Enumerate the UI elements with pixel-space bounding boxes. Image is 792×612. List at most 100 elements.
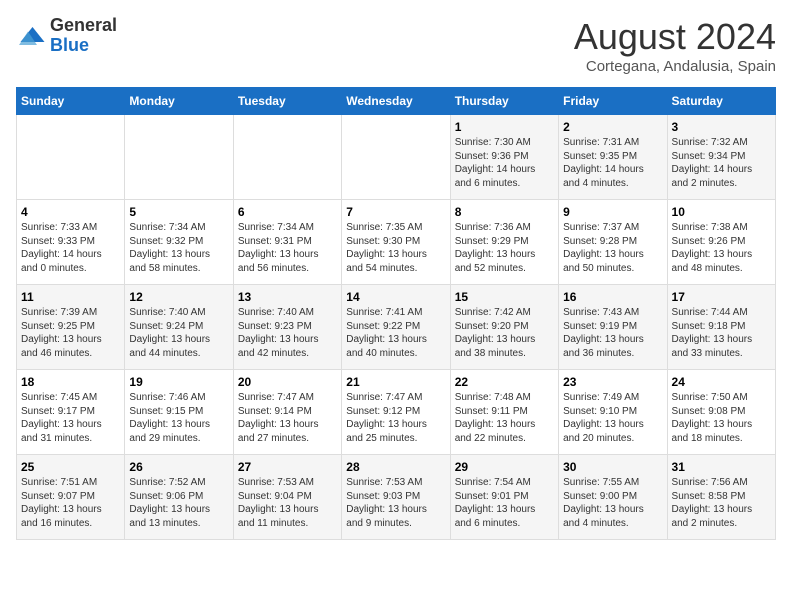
day-number: 30: [563, 460, 662, 474]
weekday-header: Friday: [559, 88, 667, 115]
day-number: 6: [238, 205, 337, 219]
day-info: Sunrise: 7:40 AM Sunset: 9:23 PM Dayligh…: [238, 306, 337, 360]
calendar-cell: 11 Sunrise: 7:39 AM Sunset: 9:25 PM Dayli…: [17, 285, 125, 370]
day-info: Sunrise: 7:33 AM Sunset: 9:33 PM Dayligh…: [21, 221, 120, 275]
day-info: Sunrise: 7:55 AM Sunset: 9:00 PM Dayligh…: [563, 476, 662, 530]
day-info: Sunrise: 7:47 AM Sunset: 9:12 PM Dayligh…: [346, 391, 445, 445]
day-info: Sunrise: 7:39 AM Sunset: 9:25 PM Dayligh…: [21, 306, 120, 360]
day-number: 26: [129, 460, 228, 474]
day-info: Sunrise: 7:48 AM Sunset: 9:11 PM Dayligh…: [455, 391, 554, 445]
logo-icon: [16, 21, 46, 51]
calendar-cell: 23 Sunrise: 7:49 AM Sunset: 9:10 PM Dayli…: [559, 370, 667, 455]
day-number: 7: [346, 205, 445, 219]
day-info: Sunrise: 7:46 AM Sunset: 9:15 PM Dayligh…: [129, 391, 228, 445]
calendar-cell: 4 Sunrise: 7:33 AM Sunset: 9:33 PM Daylig…: [17, 200, 125, 285]
day-number: 24: [672, 375, 771, 389]
calendar-cell: 12Sunrise: 7:40 AM Sunset: 9:24 PM Dayli…: [125, 285, 233, 370]
day-info: Sunrise: 7:32 AM Sunset: 9:34 PM Dayligh…: [672, 136, 771, 190]
calendar-cell: 5Sunrise: 7:34 AM Sunset: 9:32 PM Daylig…: [125, 200, 233, 285]
calendar-week-row: 25 Sunrise: 7:51 AM Sunset: 9:07 PM Dayli…: [17, 455, 776, 540]
day-number: 17: [672, 290, 771, 304]
calendar-cell: [17, 115, 125, 200]
calendar-week-row: 18 Sunrise: 7:45 AM Sunset: 9:17 PM Dayli…: [17, 370, 776, 455]
calendar-cell: 1 Sunrise: 7:30 AM Sunset: 9:36 PM Daylig…: [450, 115, 558, 200]
calendar-cell: 25 Sunrise: 7:51 AM Sunset: 9:07 PM Dayli…: [17, 455, 125, 540]
title-area: August 2024 Cortegana, Andalusia, Spain: [574, 16, 776, 75]
day-number: 23: [563, 375, 662, 389]
day-info: Sunrise: 7:42 AM Sunset: 9:20 PM Dayligh…: [455, 306, 554, 360]
day-info: Sunrise: 7:47 AM Sunset: 9:14 PM Dayligh…: [238, 391, 337, 445]
calendar-cell: [125, 115, 233, 200]
day-number: 29: [455, 460, 554, 474]
day-info: Sunrise: 7:34 AM Sunset: 9:31 PM Dayligh…: [238, 221, 337, 275]
day-info: Sunrise: 7:38 AM Sunset: 9:26 PM Dayligh…: [672, 221, 771, 275]
day-number: 11: [21, 290, 120, 304]
day-number: 31: [672, 460, 771, 474]
day-info: Sunrise: 7:52 AM Sunset: 9:06 PM Dayligh…: [129, 476, 228, 530]
weekday-header: Saturday: [667, 88, 775, 115]
day-info: Sunrise: 7:53 AM Sunset: 9:04 PM Dayligh…: [238, 476, 337, 530]
weekday-header: Wednesday: [342, 88, 450, 115]
day-info: Sunrise: 7:43 AM Sunset: 9:19 PM Dayligh…: [563, 306, 662, 360]
day-info: Sunrise: 7:36 AM Sunset: 9:29 PM Dayligh…: [455, 221, 554, 275]
calendar-cell: 18 Sunrise: 7:45 AM Sunset: 9:17 PM Dayli…: [17, 370, 125, 455]
calendar-cell: 22Sunrise: 7:48 AM Sunset: 9:11 PM Dayli…: [450, 370, 558, 455]
day-number: 20: [238, 375, 337, 389]
day-info: Sunrise: 7:51 AM Sunset: 9:07 PM Dayligh…: [21, 476, 120, 530]
calendar-week-row: 11 Sunrise: 7:39 AM Sunset: 9:25 PM Dayli…: [17, 285, 776, 370]
calendar-cell: 7Sunrise: 7:35 AM Sunset: 9:30 PM Daylig…: [342, 200, 450, 285]
calendar-table: SundayMondayTuesdayWednesdayThursdayFrid…: [16, 87, 776, 540]
logo-blue-text: Blue: [50, 35, 89, 55]
day-number: 9: [563, 205, 662, 219]
header: General Blue August 2024 Cortegana, Anda…: [16, 16, 776, 75]
day-info: Sunrise: 7:37 AM Sunset: 9:28 PM Dayligh…: [563, 221, 662, 275]
day-number: 16: [563, 290, 662, 304]
day-number: 3: [672, 120, 771, 134]
day-number: 12: [129, 290, 228, 304]
logo-general-text: General: [50, 15, 117, 35]
day-info: Sunrise: 7:45 AM Sunset: 9:17 PM Dayligh…: [21, 391, 120, 445]
weekday-header: Thursday: [450, 88, 558, 115]
calendar-week-row: 1 Sunrise: 7:30 AM Sunset: 9:36 PM Daylig…: [17, 115, 776, 200]
calendar-cell: 30 Sunrise: 7:55 AM Sunset: 9:00 PM Dayli…: [559, 455, 667, 540]
calendar-header: SundayMondayTuesdayWednesdayThursdayFrid…: [17, 88, 776, 115]
calendar-cell: [233, 115, 341, 200]
calendar-cell: 27 Sunrise: 7:53 AM Sunset: 9:04 PM Dayli…: [233, 455, 341, 540]
calendar-cell: 14Sunrise: 7:41 AM Sunset: 9:22 PM Dayli…: [342, 285, 450, 370]
day-number: 8: [455, 205, 554, 219]
weekday-header: Monday: [125, 88, 233, 115]
calendar-cell: 29 Sunrise: 7:54 AM Sunset: 9:01 PM Dayli…: [450, 455, 558, 540]
calendar-cell: 26 Sunrise: 7:52 AM Sunset: 9:06 PM Dayli…: [125, 455, 233, 540]
calendar-cell: 19 Sunrise: 7:46 AM Sunset: 9:15 PM Dayli…: [125, 370, 233, 455]
calendar-cell: 28Sunrise: 7:53 AM Sunset: 9:03 PM Dayli…: [342, 455, 450, 540]
day-number: 18: [21, 375, 120, 389]
day-info: Sunrise: 7:44 AM Sunset: 9:18 PM Dayligh…: [672, 306, 771, 360]
calendar-cell: 6 Sunrise: 7:34 AM Sunset: 9:31 PM Daylig…: [233, 200, 341, 285]
day-number: 5: [129, 205, 228, 219]
day-number: 21: [346, 375, 445, 389]
logo: General Blue: [16, 16, 117, 56]
calendar-cell: 31Sunrise: 7:56 AM Sunset: 8:58 PM Dayli…: [667, 455, 775, 540]
weekday-row: SundayMondayTuesdayWednesdayThursdayFrid…: [17, 88, 776, 115]
calendar-cell: 17 Sunrise: 7:44 AM Sunset: 9:18 PM Dayli…: [667, 285, 775, 370]
calendar-cell: [342, 115, 450, 200]
day-info: Sunrise: 7:53 AM Sunset: 9:03 PM Dayligh…: [346, 476, 445, 530]
calendar-cell: 21 Sunrise: 7:47 AM Sunset: 9:12 PM Dayli…: [342, 370, 450, 455]
month-title: August 2024: [574, 16, 776, 58]
calendar-cell: 8 Sunrise: 7:36 AM Sunset: 9:29 PM Daylig…: [450, 200, 558, 285]
day-number: 15: [455, 290, 554, 304]
day-number: 25: [21, 460, 120, 474]
day-info: Sunrise: 7:50 AM Sunset: 9:08 PM Dayligh…: [672, 391, 771, 445]
calendar-cell: 13Sunrise: 7:40 AM Sunset: 9:23 PM Dayli…: [233, 285, 341, 370]
calendar-cell: 24 Sunrise: 7:50 AM Sunset: 9:08 PM Dayli…: [667, 370, 775, 455]
day-number: 4: [21, 205, 120, 219]
calendar-body: 1 Sunrise: 7:30 AM Sunset: 9:36 PM Daylig…: [17, 115, 776, 540]
calendar-cell: 16 Sunrise: 7:43 AM Sunset: 9:19 PM Dayli…: [559, 285, 667, 370]
day-info: Sunrise: 7:30 AM Sunset: 9:36 PM Dayligh…: [455, 136, 554, 190]
day-number: 27: [238, 460, 337, 474]
day-info: Sunrise: 7:54 AM Sunset: 9:01 PM Dayligh…: [455, 476, 554, 530]
day-number: 1: [455, 120, 554, 134]
day-number: 19: [129, 375, 228, 389]
calendar-cell: 9 Sunrise: 7:37 AM Sunset: 9:28 PM Daylig…: [559, 200, 667, 285]
day-info: Sunrise: 7:49 AM Sunset: 9:10 PM Dayligh…: [563, 391, 662, 445]
